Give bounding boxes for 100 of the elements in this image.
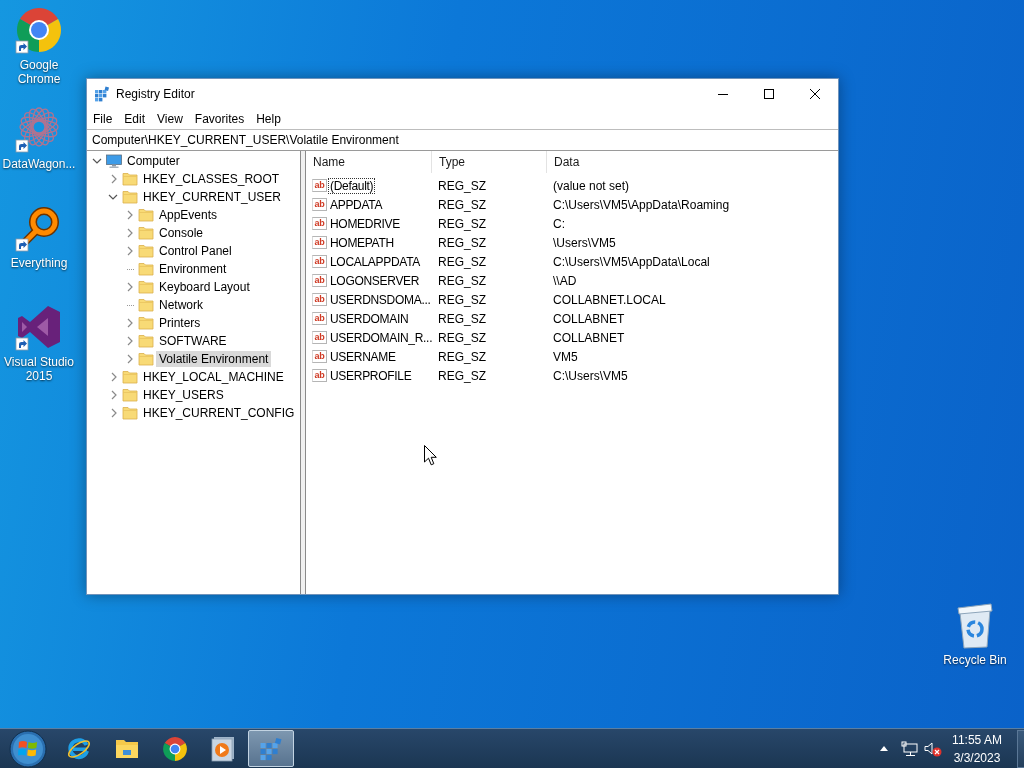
tree-item[interactable]: HKEY_LOCAL_MACHINE [140,369,287,385]
table-cell-text: REG_SZ [437,330,487,345]
menu-item[interactable]: Help [250,109,287,129]
table-cell-text: C:\Users\VM5\AppData\Local [552,254,711,269]
chrome-logo-icon[interactable] [15,6,63,54]
table-cell-text: REG_SZ [437,216,487,231]
table-cell-text: LOGONSERVER [329,272,421,289]
tree-item[interactable]: Environment [156,261,230,277]
ab-icon: ab [312,179,327,192]
window-title: Registry Editor [116,87,195,101]
clock[interactable]: 11:55 AM 3/3/2023 [948,730,1006,767]
cubes-icon [94,86,110,102]
chevron-right-icon[interactable] [110,174,118,184]
folder-icon [122,387,138,403]
table-cell-text: VM5 [552,349,579,364]
speaker-icon[interactable] [924,740,942,757]
ab-icon: ab [312,350,327,363]
ab-icon: ab [312,312,327,325]
table-cell-text: REG_SZ [437,197,487,212]
table-cell-text: USERPROFILE [329,367,413,384]
table-cell-text: APPDATA [329,196,384,213]
table-cell-text: COLLABNET.LOCAL [552,292,667,307]
chevron-right-icon[interactable] [110,372,118,382]
ab-icon: ab [312,369,327,382]
folder-icon [138,333,154,349]
menu-item[interactable]: File [87,109,119,129]
table-cell-text: C: [552,216,566,231]
ab-icon: ab [312,217,327,230]
mouse-pointer-icon [424,445,437,466]
folder-icon [138,315,154,331]
ab-icon: ab [312,255,327,268]
chevron-right-icon[interactable] [126,318,134,328]
ab-icon: ab [312,198,327,211]
chevron-right-icon[interactable] [126,210,134,220]
folder-icon [138,243,154,259]
tree-item[interactable]: Network [156,297,206,313]
chevron-right-icon[interactable] [126,336,134,346]
tree-item[interactable]: Keyboard Layout [156,279,253,295]
close-icon[interactable] [810,89,820,99]
chevron-right-icon[interactable] [126,228,134,238]
folder-icon [138,297,154,313]
tree-item[interactable]: Console [156,225,207,241]
table-cell-text: REG_SZ [437,368,487,383]
tree-item[interactable]: HKEY_CURRENT_CONFIG [140,405,298,421]
table-cell-text: USERDOMAIN [329,310,410,327]
column-header[interactable]: Data [547,151,838,173]
folder-icon [138,261,154,277]
ab-icon: ab [312,293,327,306]
caret-up-icon[interactable] [880,746,888,751]
chevron-down-icon[interactable] [108,193,118,201]
table-cell-text: REG_SZ [437,311,487,326]
chevron-down-icon[interactable] [92,157,102,165]
chevron-right-icon[interactable] [126,246,134,256]
folder-icon [122,189,138,205]
e-browser-icon[interactable] [66,735,92,762]
menu-item[interactable]: Favorites [188,109,251,129]
table-cell-text: REG_SZ [437,178,487,193]
menu-item[interactable]: View [151,109,189,129]
chevron-right-icon[interactable] [126,282,134,292]
media-player-icon[interactable] [210,735,236,762]
table-cell: (Default) [328,177,376,194]
folder-icon [122,369,138,385]
tree-item[interactable]: Printers [156,315,204,331]
computer-icon [106,153,122,169]
chrome-logo-icon[interactable] [162,735,188,762]
chevron-right-icon[interactable] [110,408,118,418]
ab-icon: ab [312,236,327,249]
tree-item[interactable]: Control Panel [156,243,235,259]
menu-item[interactable]: Edit [118,109,152,129]
tree-item[interactable]: Volatile Environment [156,351,272,367]
folder-icon [138,279,154,295]
desktop-icon-label[interactable]: Recycle Bin [943,653,1007,667]
table-cell-text: \Users\VM5 [552,235,617,250]
tree-item[interactable]: SOFTWARE [156,333,230,349]
table-cell-text: COLLABNET [552,311,626,326]
network-icon[interactable] [901,740,919,757]
table-cell-text: USERDOMAIN_R... [329,329,434,346]
folder-icon [122,171,138,187]
table-cell-text: LOCALAPPDATA [329,253,421,270]
tree-item[interactable]: AppEvents [156,207,221,223]
ab-icon: ab [312,331,327,344]
table-cell-text: HOMEPATH [329,234,395,251]
table-cell-text: REG_SZ [437,292,487,307]
folder-icon [138,207,154,223]
column-header[interactable]: Name [306,151,432,173]
column-header[interactable]: Type [432,151,547,173]
tree-item[interactable]: HKEY_CLASSES_ROOT [140,171,283,187]
taskbar-button[interactable] [248,730,294,767]
chevron-right-icon[interactable] [110,390,118,400]
tree-item[interactable]: HKEY_CURRENT_USER [140,189,285,205]
folder-icon [138,351,154,367]
tree-item[interactable]: Computer [124,153,183,169]
maximize-icon[interactable] [764,89,774,99]
infinity-logo-icon[interactable] [15,303,63,351]
folder-icon [122,405,138,421]
start-orb-icon[interactable] [8,729,47,768]
address-field[interactable]: Computer\HKEY_CURRENT_USER\Volatile Environment [87,129,838,151]
table-cell-text: REG_SZ [437,235,487,250]
tree-item[interactable]: HKEY_USERS [140,387,227,403]
chevron-right-icon[interactable] [126,354,134,364]
